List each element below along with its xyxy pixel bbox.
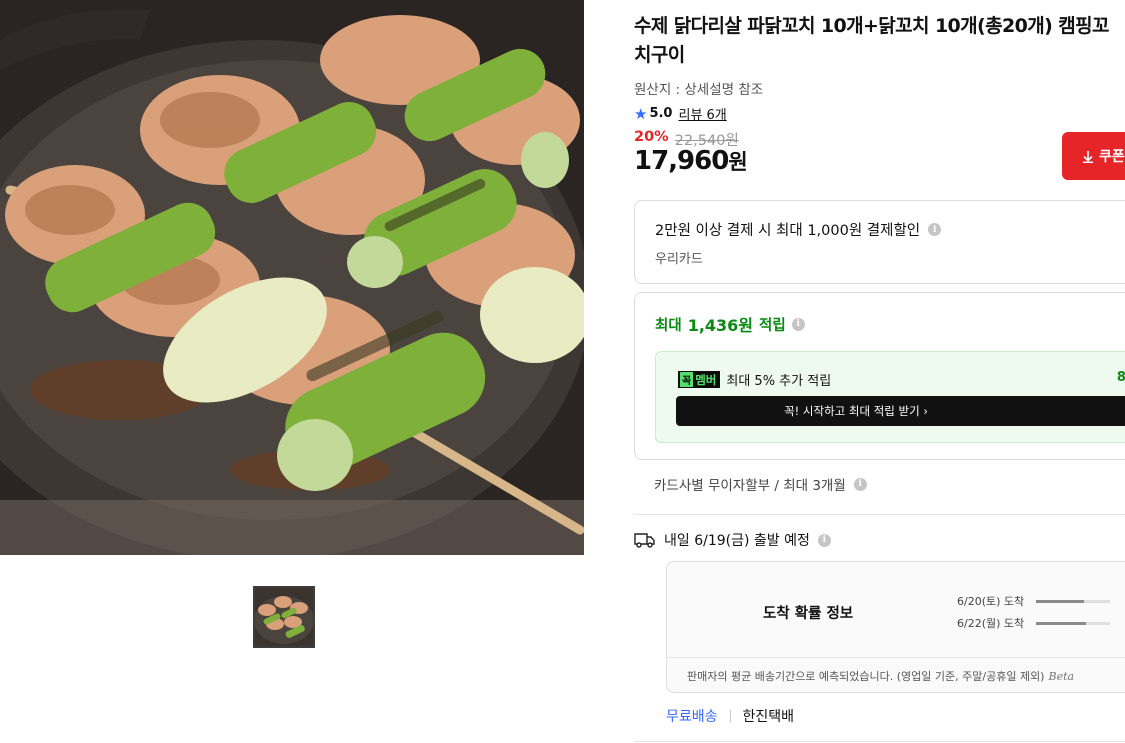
arrival-probability-box: 도착 확률 정보 6/20(토) 도착 6/22(월) 도착 판매자의 평균 배… xyxy=(666,561,1125,693)
points-box: 최대 1,436원 적립 i 꼭 멤버 최대 5% 추가 적립 898 꼭! 시… xyxy=(634,292,1125,460)
truck-icon xyxy=(634,533,655,548)
member-badge-check: 꼭 xyxy=(680,372,694,387)
arrival-footnote-text: 판매자의 평균 배송기간으로 예측되었습니다. (영업일 기준, 주말/공휴일 … xyxy=(687,670,1045,683)
arrival-date: 6/22(월) 도착 xyxy=(957,617,1025,630)
info-icon[interactable]: i xyxy=(928,223,942,236)
arrival-divider xyxy=(667,657,1125,658)
free-shipping-label: 무료배송 xyxy=(666,709,718,725)
member-badge-text: 멤버 xyxy=(695,372,717,387)
product-thumbnail[interactable] xyxy=(253,586,315,648)
coupon-download-button[interactable]: 쿠폰 xyxy=(1062,132,1125,180)
arrival-probability-bar xyxy=(1036,599,1111,603)
product-origin: 원산지 : 상세설명 참조 xyxy=(634,82,764,98)
arrival-row: 6/20(토) 도착 xyxy=(957,593,1111,609)
carrier-name: 한진택배 xyxy=(742,709,795,725)
info-icon[interactable]: i xyxy=(791,317,805,331)
member-bonus-line: 꼭 멤버 최대 5% 추가 적립 xyxy=(678,370,831,389)
card-discount-line: 2만원 이상 결제 시 최대 1,000원 결제할인 i xyxy=(655,219,942,240)
rating-score: 5.0 xyxy=(649,106,673,121)
sale-price-unit: 원 xyxy=(728,150,747,174)
arrival-row: 6/22(월) 도착 xyxy=(957,615,1111,631)
product-main-image xyxy=(0,0,584,555)
download-icon xyxy=(1083,150,1093,163)
info-icon[interactable]: i xyxy=(817,533,831,547)
member-bonus-amount: 898 xyxy=(1116,370,1125,385)
arrival-probability-fill xyxy=(1036,621,1086,625)
arrival-footnote: 판매자의 평균 배송기간으로 예측되었습니다. (영업일 기준, 주말/공휴일 … xyxy=(687,668,1074,684)
points-amount: 1,436원 xyxy=(687,316,754,335)
card-discount-box: 2만원 이상 결제 시 최대 1,000원 결제할인 i 우리카드 xyxy=(634,200,1125,284)
member-bonus-box: 꼭 멤버 최대 5% 추가 적립 898 꼭! 시작하고 최대 적립 받기 › xyxy=(655,351,1125,443)
points-summary: 최대 1,436원 적립 i xyxy=(655,312,805,336)
product-title: 수제 닭다리살 파닭꼬치 10개+닭꼬치 10개(총20개) 캠핑꼬치구이 xyxy=(634,15,1109,66)
sale-price-value: 17,960 xyxy=(634,146,729,176)
product-info-panel: 수제 닭다리살 파닭꼬치 10개+닭꼬치 10개(총20개) 캠핑꼬치구이 원산… xyxy=(634,0,1125,743)
star-icon: ★ xyxy=(634,104,648,123)
sale-price: 17,960원 xyxy=(634,146,748,176)
delivery-departure: 내일 6/19(금) 출발 예정 i xyxy=(634,530,831,550)
review-count-link[interactable]: 리뷰 6개 xyxy=(678,104,726,123)
arrival-title: 도착 확률 정보 xyxy=(763,606,854,622)
info-icon[interactable]: i xyxy=(853,477,867,491)
member-bonus-text: 최대 5% 추가 적립 xyxy=(726,374,832,389)
departure-text: 내일 6/19(금) 출발 예정 xyxy=(664,533,810,549)
coupon-label: 쿠폰 xyxy=(1099,149,1125,165)
member-start-button[interactable]: 꼭! 시작하고 최대 적립 받기 › xyxy=(676,396,1125,426)
arrival-probability-fill xyxy=(1036,599,1085,603)
arrival-date: 6/20(토) 도착 xyxy=(957,595,1025,608)
points-suffix: 적립 xyxy=(759,317,786,334)
shipping-info: 무료배송 한진택배 xyxy=(666,706,794,726)
installment-info: 카드사별 무이자할부 / 최대 3개월 i xyxy=(654,474,867,494)
card-name: 우리카드 xyxy=(655,252,703,267)
product-rating[interactable]: ★ 5.0 리뷰 6개 xyxy=(634,104,727,124)
arrival-probability-bar xyxy=(1036,621,1111,625)
installment-text: 카드사별 무이자할부 / 최대 3개월 xyxy=(654,478,846,494)
section-divider xyxy=(634,741,1125,742)
points-prefix: 최대 xyxy=(655,317,682,334)
member-badge: 꼭 멤버 xyxy=(678,371,721,388)
beta-label: Beta xyxy=(1048,670,1075,683)
card-discount-text: 2만원 이상 결제 시 최대 1,000원 결제할인 xyxy=(655,223,921,239)
section-divider xyxy=(634,514,1125,515)
separator xyxy=(729,709,731,723)
